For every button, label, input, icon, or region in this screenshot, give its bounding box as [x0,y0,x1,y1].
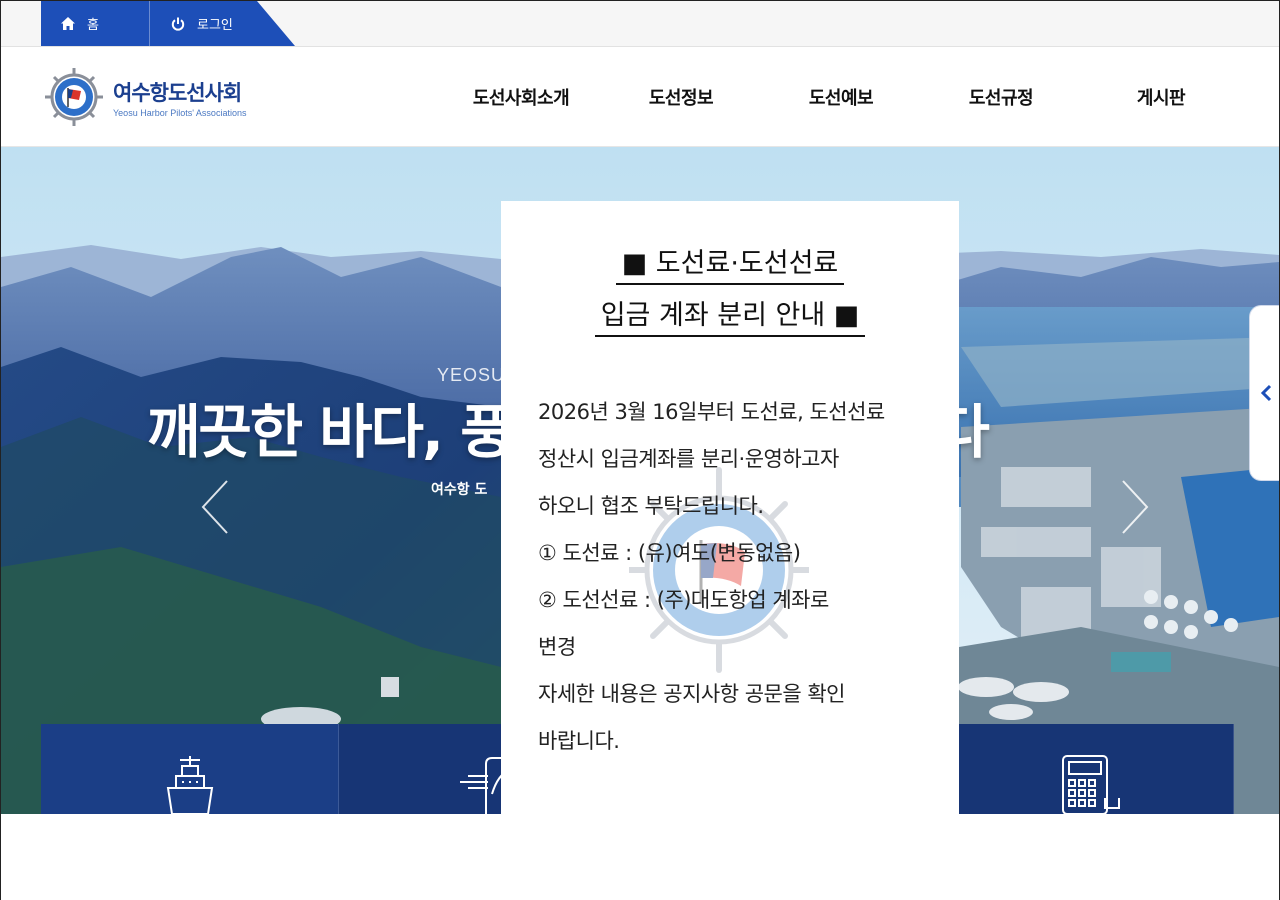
quick-menu-item-calculator[interactable] [935,724,1234,814]
login-link[interactable]: 로그인 [151,1,261,46]
slider-prev-button[interactable] [197,477,237,537]
nav-item-board[interactable]: 게시판 [1081,47,1241,147]
nav-item-pilot-info[interactable]: 도선정보 [601,47,761,147]
popup-body-line: 정산시 입금계좌를 분리·운영하고자 [538,447,839,471]
popup-body-line: 변경 [538,635,576,659]
nav-item-pilot-rules[interactable]: 도선규정 [921,47,1081,147]
popup-body-line: 바랍니다. [538,729,620,753]
side-panel-toggle[interactable] [1249,305,1279,481]
site-header: 여수항도선사회 Yeosu Harbor Pilots' Association… [1,47,1279,147]
hero-small-text: YEOSU [437,365,506,385]
page-bottom-area [1,814,1279,900]
power-icon [171,17,185,31]
top-links: 홈 로그인 [41,1,295,46]
logo-english: Yeosu Harbor Pilots' Associations [113,107,247,118]
nav-item-about[interactable]: 도선사회소개 [441,47,601,147]
popup-body-line: 자세한 내용은 공지사항 공문을 확인 [538,682,846,706]
chevron-left-icon [201,480,228,534]
popup-body-line: ① 도선료 : (유)여도(변동없음) [538,541,801,565]
home-link[interactable]: 홈 [41,1,150,46]
ship-wheel-logo-icon [45,68,103,126]
popup-body-line: ② 도선선료 : (주)대도항업 계좌로 [538,588,829,612]
popup-title-line1: ■ 도선료·도선선료 [501,241,959,285]
chevron-right-icon [1122,480,1149,534]
site-logo[interactable]: 여수항도선사회 Yeosu Harbor Pilots' Association… [41,67,246,127]
hero-subtitle: 여수항 도 [431,482,488,498]
popup-title-line1-text: ■ 도선료·도선선료 [615,248,845,285]
nav-item-pilot-forecast[interactable]: 도선예보 [761,47,921,147]
quick-menu-item-ship[interactable] [41,724,340,814]
popup-title-line2: 입금 계좌 분리 안내 ■ [501,293,959,337]
notice-popup: ■ 도선료·도선선료 입금 계좌 분리 안내 ■ 2026년 3월 16일부터 … [501,201,959,814]
main-nav: 도선사회소개 도선정보 도선예보 도선규정 게시판 [441,47,1241,147]
ship-icon [166,756,213,814]
home-link-label: 홈 [87,18,99,33]
slider-next-button[interactable] [1113,477,1153,537]
chevron-left-icon [1260,384,1271,402]
logo-text: 여수항도선사회 Yeosu Harbor Pilots' Association… [113,77,246,118]
logo-korean: 여수항도선사회 [113,80,242,105]
popup-title-line2-text: 입금 계좌 분리 안내 ■ [594,300,866,337]
popup-body: 2026년 3월 16일부터 도선료, 도선선료 정산시 입금계좌를 분리·운영… [538,389,938,765]
hero-title-left: 깨끗한 바다, 풍 [147,398,514,466]
login-link-label: 로그인 [197,18,233,33]
top-bar: 홈 로그인 [1,1,1279,47]
popup-body-line: 2026년 3월 16일부터 도선료, 도선선료 [538,400,885,424]
calculator-icon [1062,755,1121,814]
home-icon [61,17,75,30]
popup-body-line: 하오니 협조 부탁드립니다. [538,494,764,518]
